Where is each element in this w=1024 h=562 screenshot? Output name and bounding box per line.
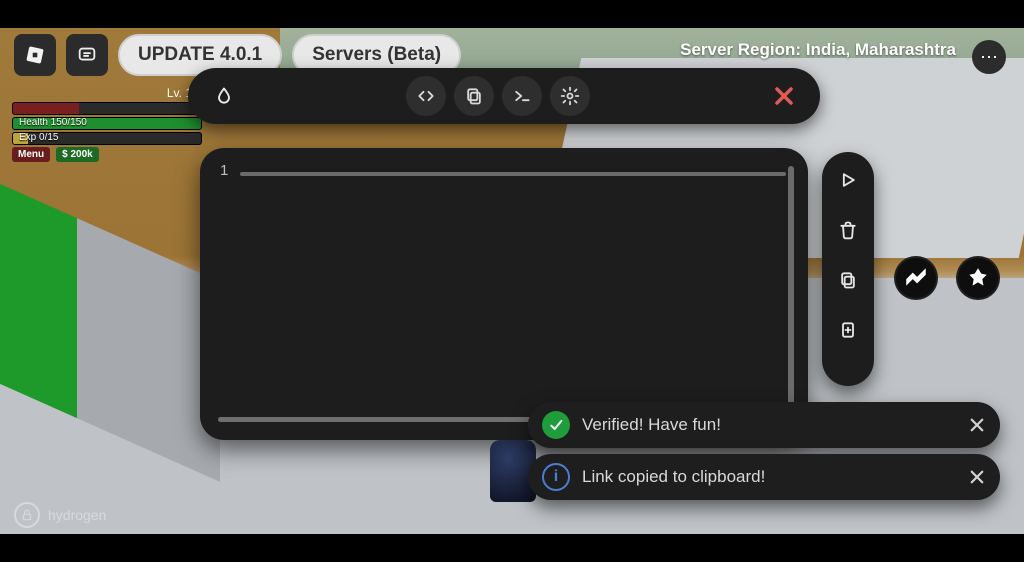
cash-chip: $ 200k (56, 147, 99, 162)
overflow-menu-button[interactable]: ⋯ (972, 40, 1006, 74)
terminal-button[interactable] (502, 76, 542, 116)
close-button[interactable] (764, 76, 804, 116)
paste-button[interactable] (830, 262, 866, 298)
code-editor[interactable]: 1 (200, 148, 808, 440)
executor-toolbar (188, 68, 820, 124)
toast-link-copied: i Link copied to clipboard! (528, 454, 1000, 500)
toast-verified-close[interactable] (968, 416, 986, 434)
chat-button[interactable] (66, 34, 108, 76)
toast-verified-text: Verified! Have fun! (582, 415, 721, 435)
stamina-bar (12, 102, 202, 115)
level-label: Lv. 1 (12, 86, 192, 100)
clear-button[interactable] (830, 212, 866, 248)
server-region-value: India, Maharashtra (806, 40, 956, 59)
drop-icon (204, 76, 244, 116)
toast-link-text: Link copied to clipboard! (582, 467, 765, 487)
toast-link-close[interactable] (968, 468, 986, 486)
watermark-text: hydrogen (48, 507, 106, 523)
health-text: Health 150/150 (19, 117, 87, 128)
settings-button[interactable] (550, 76, 590, 116)
executor-sidebar (822, 152, 874, 386)
editor-vscrollbar[interactable] (788, 166, 794, 420)
exp-text: Exp 0/15 (19, 132, 58, 143)
code-button[interactable] (406, 76, 446, 116)
ability-button-1[interactable] (894, 256, 938, 300)
menu-chip[interactable]: Menu (12, 147, 50, 162)
newfile-button[interactable] (830, 312, 866, 348)
health-bar: Health 150/150 (12, 117, 202, 130)
toast-verified: Verified! Have fun! (528, 402, 1000, 448)
server-region-prefix: Server Region: (680, 40, 801, 59)
info-icon: i (542, 463, 570, 491)
line-number: 1 (220, 162, 228, 179)
ability-button-2[interactable] (956, 256, 1000, 300)
check-icon (542, 411, 570, 439)
run-button[interactable] (830, 162, 866, 198)
player-hud: Lv. 1 Health 150/150 Exp 0/15 Menu $ 200… (12, 86, 202, 162)
copy-button[interactable] (454, 76, 494, 116)
roblox-logo-button[interactable] (14, 34, 56, 76)
editor-caret-line (240, 172, 786, 176)
lock-icon (14, 502, 40, 528)
exp-bar: Exp 0/15 (12, 132, 202, 145)
server-region-label: Server Region: India, Maharashtra (680, 40, 956, 60)
watermark: hydrogen (14, 502, 106, 528)
